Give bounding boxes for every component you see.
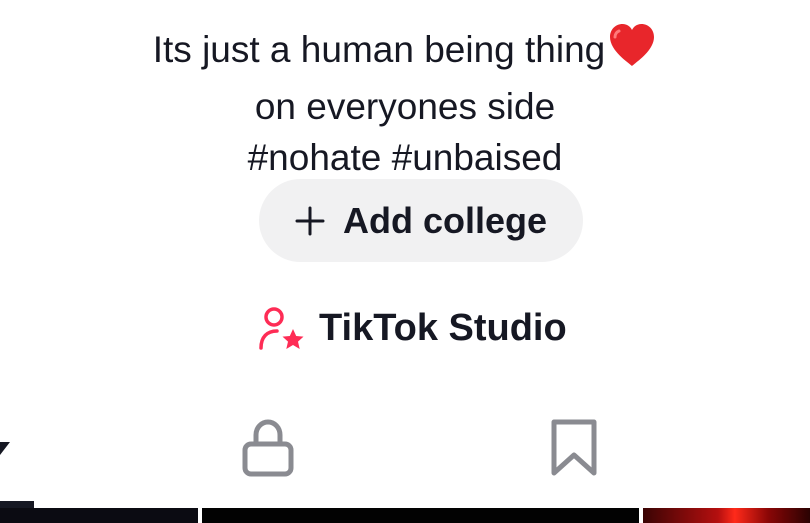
dropdown-arrow-icon[interactable] — [0, 440, 12, 456]
plus-icon — [295, 206, 325, 235]
bio-line-3-hashtags: #nohate #unbaised — [247, 137, 563, 178]
red-heart-icon — [607, 22, 657, 81]
lock-icon[interactable] — [240, 418, 296, 478]
bio-line-1-text: Its just a human being thing — [152, 29, 606, 70]
bio-line-1: Its just a human being thing — [0, 22, 810, 81]
person-star-icon — [259, 307, 304, 350]
video-thumbnail[interactable] — [202, 508, 639, 523]
video-thumbnail[interactable] — [0, 508, 198, 523]
tiktok-studio-label: TikTok Studio — [319, 306, 567, 349]
add-college-button[interactable]: Add college — [259, 179, 583, 262]
video-thumbnail[interactable] — [643, 508, 810, 523]
tiktok-studio-button[interactable]: TikTok Studio — [257, 300, 567, 356]
active-tab-indicator — [0, 501, 34, 508]
bio-line-2: on everyones side — [254, 86, 556, 127]
profile-bio: Its just a human being thing on everyone… — [0, 22, 810, 183]
bookmark-icon[interactable] — [548, 418, 600, 478]
add-college-label: Add college — [342, 199, 548, 241]
